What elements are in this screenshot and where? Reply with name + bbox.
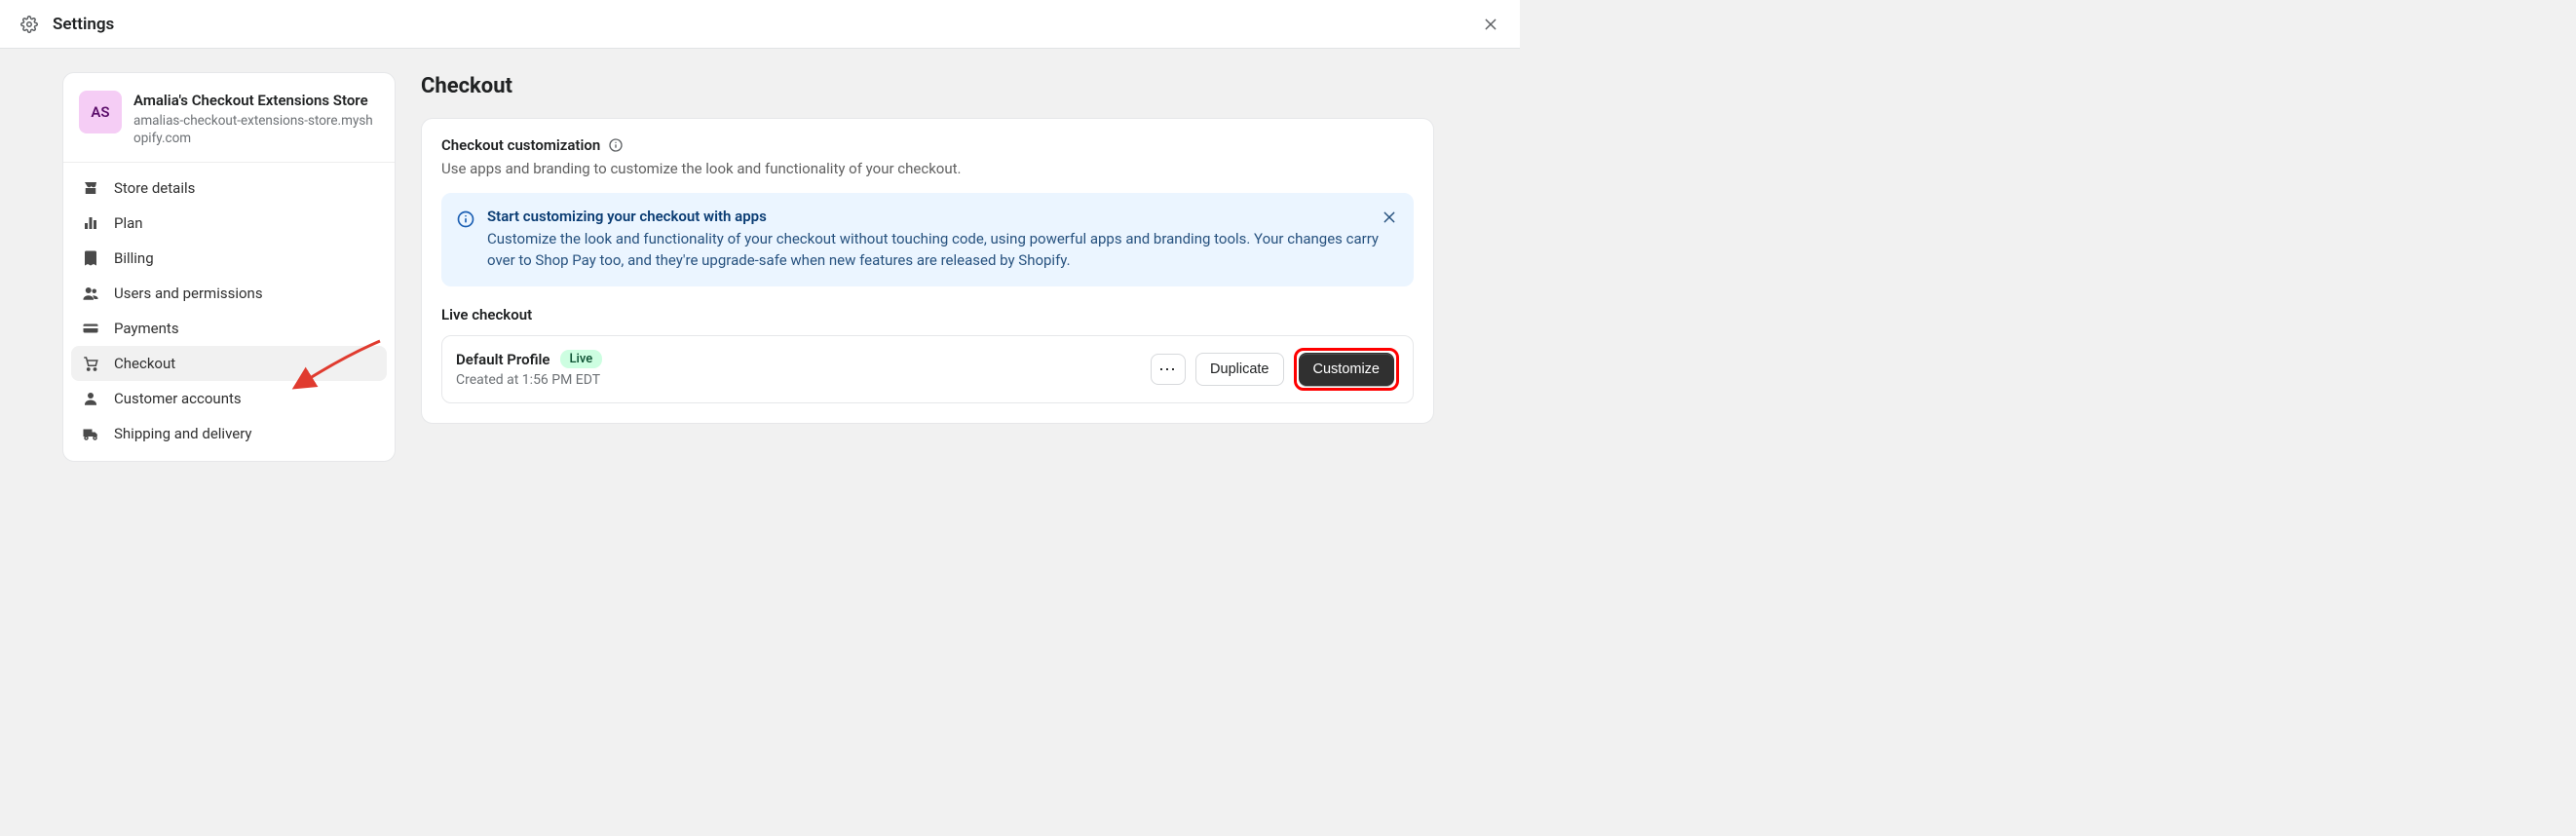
profile-title: Default Profile (456, 351, 550, 368)
sidebar-item-payments[interactable]: Payments (71, 311, 387, 346)
page-title: Checkout (421, 74, 1434, 98)
annotation-highlight: Customize (1294, 348, 1400, 391)
close-icon[interactable] (1376, 204, 1403, 231)
banner-content: Start customizing your checkout with app… (487, 208, 1399, 272)
section-header: Checkout customization (441, 136, 1414, 154)
users-icon (81, 284, 100, 303)
banner-body: Customize the look and functionality of … (487, 229, 1399, 272)
topbar-title: Settings (53, 15, 114, 34)
settings-sidebar: AS Amalia's Checkout Extensions Store am… (62, 72, 396, 462)
sidebar-item-label: Users and permissions (114, 285, 263, 302)
section-description: Use apps and branding to customize the l… (441, 160, 1414, 177)
profile-title-line: Default Profile Live (456, 350, 602, 368)
settings-nav: Store details Plan Billing Users and per… (63, 163, 395, 461)
more-actions-button[interactable]: ⋯ (1151, 354, 1186, 385)
topbar-left: Settings (16, 11, 114, 38)
sidebar-item-plan[interactable]: Plan (71, 206, 387, 241)
avatar: AS (79, 91, 122, 133)
profile-actions: ⋯ Duplicate Customize (1151, 348, 1399, 391)
customize-button[interactable]: Customize (1299, 353, 1395, 386)
store-header[interactable]: AS Amalia's Checkout Extensions Store am… (63, 73, 395, 163)
info-icon[interactable] (608, 137, 624, 153)
sidebar-item-shipping[interactable]: Shipping and delivery (71, 416, 387, 451)
sidebar-item-label: Billing (114, 249, 154, 267)
info-icon (456, 209, 475, 229)
store-name: Amalia's Checkout Extensions Store (133, 91, 379, 110)
close-icon[interactable] (1477, 11, 1504, 38)
info-banner: Start customizing your checkout with app… (441, 193, 1414, 286)
sidebar-item-label: Customer accounts (114, 390, 242, 407)
sidebar-item-label: Plan (114, 214, 143, 232)
sidebar-item-checkout[interactable]: Checkout (71, 346, 387, 381)
plan-icon (81, 213, 100, 233)
person-icon (81, 389, 100, 408)
live-checkout-heading: Live checkout (441, 306, 1414, 323)
store-domain: amalias-checkout-extensions-store.myshop… (133, 112, 379, 147)
sidebar-item-label: Payments (114, 320, 179, 337)
cart-icon (81, 354, 100, 373)
gear-icon (16, 11, 43, 38)
sidebar-item-label: Store details (114, 179, 195, 197)
more-icon: ⋯ (1158, 361, 1178, 378)
sidebar-item-label: Shipping and delivery (114, 425, 252, 442)
store-meta: Amalia's Checkout Extensions Store amali… (133, 91, 379, 148)
checkout-customization-card: Checkout customization Use apps and bran… (421, 118, 1434, 424)
status-badge: Live (560, 350, 603, 368)
profile-subtitle: Created at 1:56 PM EDT (456, 372, 602, 388)
sidebar-item-store-details[interactable]: Store details (71, 171, 387, 206)
page-body: AS Amalia's Checkout Extensions Store am… (0, 49, 1520, 485)
sidebar-item-customer-accounts[interactable]: Customer accounts (71, 381, 387, 416)
checkout-profile-row: Default Profile Live Created at 1:56 PM … (441, 335, 1414, 403)
duplicate-button[interactable]: Duplicate (1195, 353, 1283, 386)
banner-title: Start customizing your checkout with app… (487, 208, 1399, 225)
store-icon (81, 178, 100, 198)
sidebar-item-label: Checkout (114, 355, 175, 372)
sidebar-item-billing[interactable]: Billing (71, 241, 387, 276)
settings-topbar: Settings (0, 0, 1520, 49)
billing-icon (81, 248, 100, 268)
sidebar-item-users[interactable]: Users and permissions (71, 276, 387, 311)
section-title: Checkout customization (441, 136, 600, 154)
profile-info: Default Profile Live Created at 1:56 PM … (456, 350, 602, 388)
main-column: Checkout Checkout customization Use apps… (421, 72, 1434, 462)
truck-icon (81, 424, 100, 443)
payments-icon (81, 319, 100, 338)
